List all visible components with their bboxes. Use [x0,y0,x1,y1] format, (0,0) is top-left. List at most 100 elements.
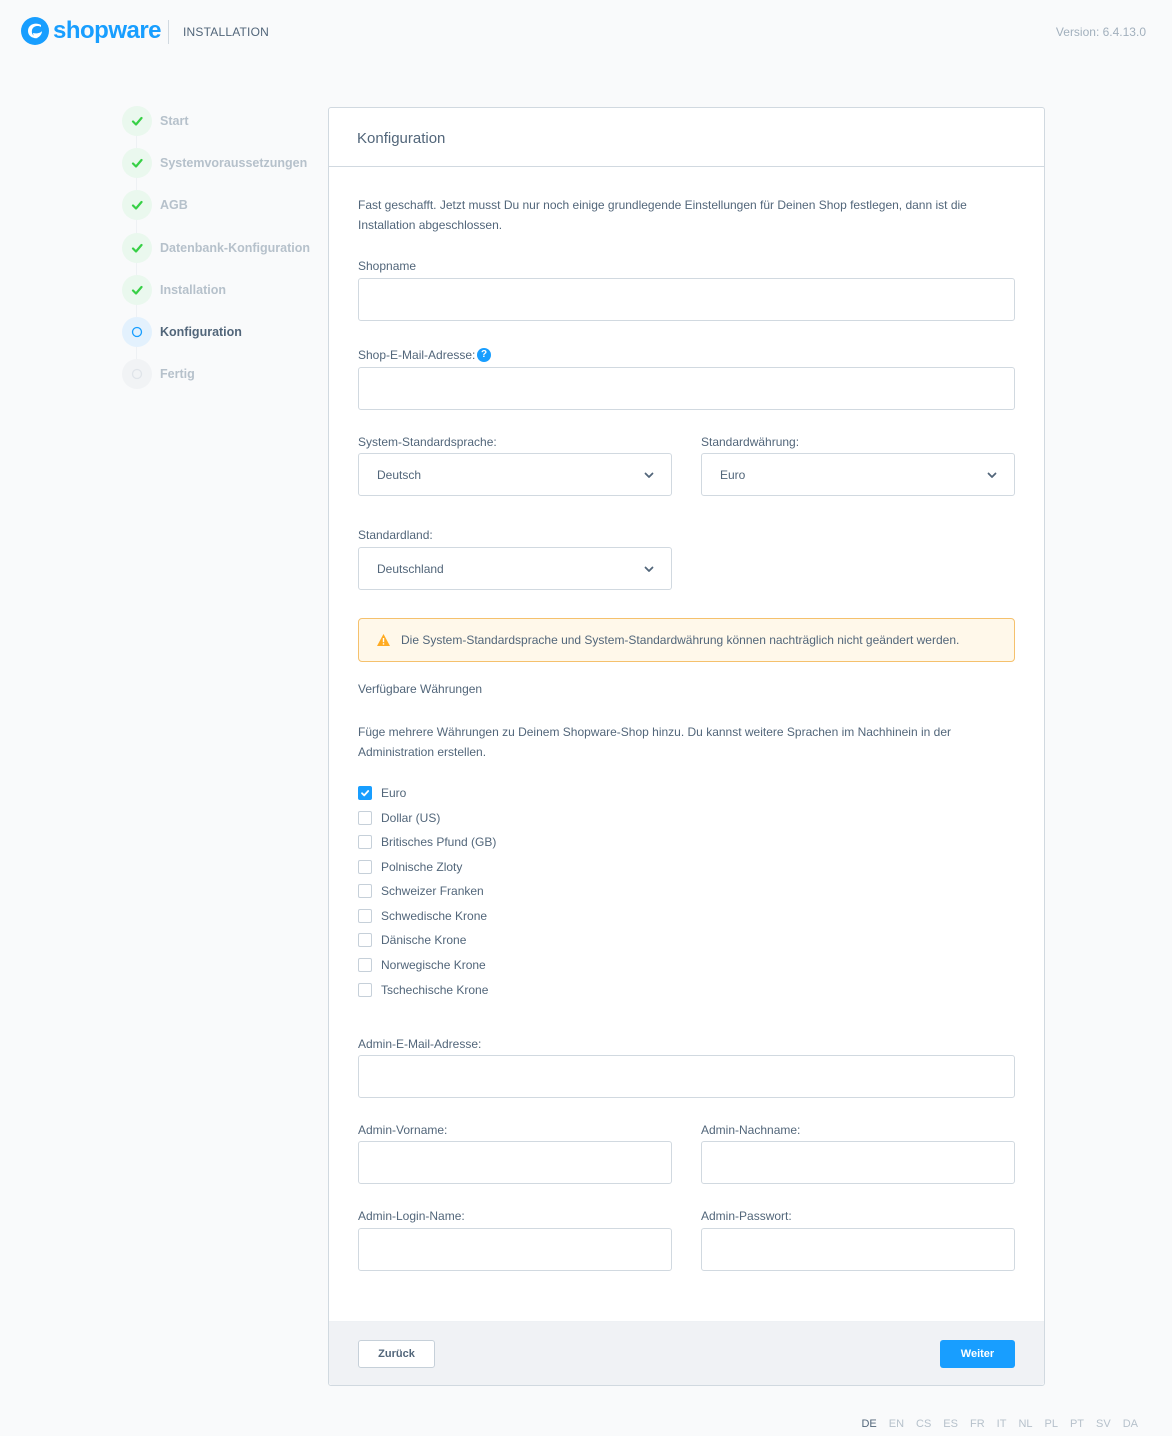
shopware-logo-icon [21,17,49,45]
language-da[interactable]: DA [1123,1418,1138,1430]
language-select-value: Deutsch [377,467,422,482]
admin-lastname-input[interactable] [701,1141,1015,1184]
language-label: System-Standardsprache: [358,435,497,449]
checkbox[interactable] [358,958,372,972]
header-divider [168,20,169,44]
currencies-description: Füge mehrere Währungen zu Deinem Shopwar… [358,725,951,759]
chevron-down-icon [644,472,654,478]
checkbox[interactable] [358,860,372,874]
currency-checkbox-gbp[interactable]: Britisches Pfund (GB) [358,833,496,851]
language-select[interactable]: Deutsch [358,453,672,496]
step-systemvoraussetzungen: Systemvoraussetzungen [122,148,307,178]
currency-select[interactable]: Euro [701,453,1015,496]
checkbox[interactable] [358,884,372,898]
language-nl[interactable]: NL [1018,1418,1032,1430]
language-pl[interactable]: PL [1045,1418,1058,1430]
currency-checkbox-sek[interactable]: Schwedische Krone [358,907,487,925]
card-footer: Zurück Weiter [329,1321,1044,1385]
currencies-title: Verfügbare Währungen [358,682,483,696]
currency-checkbox-dkk[interactable]: Dänische Krone [358,931,466,949]
language-pt[interactable]: PT [1070,1418,1084,1430]
checkbox-label: Dollar (US) [381,811,441,825]
checkbox[interactable] [358,983,372,997]
currency-checkbox-euro[interactable]: Euro [358,784,406,802]
admin-password-label: Admin-Passwort: [701,1209,792,1223]
checkbox-label: Schwedische Krone [381,909,488,923]
currency-checkbox-pln[interactable]: Polnische Zloty [358,858,462,876]
language-en[interactable]: EN [889,1418,904,1430]
chevron-down-icon [644,566,654,572]
brand-name: shopware [53,17,162,44]
checkbox[interactable] [358,909,372,923]
step-label: AGB [160,198,188,212]
currency-checkbox-czk[interactable]: Tschechische Krone [358,981,488,999]
circle-icon [122,359,152,389]
admin-lastname-label: Admin-Nachname: [701,1123,801,1137]
language-fr[interactable]: FR [970,1418,985,1430]
currency-label: Standardwährung: [701,435,800,449]
alert-text: Die System-Standardsprache und System-St… [401,633,960,647]
checkbox-label: Norwegische Krone [381,958,486,972]
language-cs[interactable]: CS [916,1418,931,1430]
checkbox-label: Schweizer Franken [381,884,484,898]
language-sv[interactable]: SV [1096,1418,1111,1430]
header: shopware INSTALLATION Version: 6.4.13.0 [0,0,1172,62]
chevron-down-icon [987,472,997,478]
checkbox[interactable] [358,933,372,947]
checkbox[interactable] [358,835,372,849]
card-header: Konfiguration [329,108,1044,167]
country-label: Standardland: [358,528,433,542]
checkbox-label: Dänische Krone [381,933,467,947]
card-title: Konfiguration [357,130,446,147]
step-label: Konfiguration [160,325,242,339]
language-es[interactable]: ES [943,1418,958,1430]
language-de[interactable]: DE [861,1418,876,1430]
configuration-card: Konfiguration Fast geschafft. Jetzt muss… [328,107,1045,1386]
step-fertig: Fertig [122,359,195,389]
back-button[interactable]: Zurück [358,1340,435,1368]
admin-firstname-label: Admin-Vorname: [358,1123,448,1137]
checkbox-label: Tschechische Krone [381,983,489,997]
country-select[interactable]: Deutschland [358,547,672,590]
check-icon [122,275,152,305]
next-button[interactable]: Weiter [940,1340,1015,1368]
checkbox[interactable] [358,811,372,825]
language-switcher: DE EN CS ES FR IT NL PL PT SV DA [849,1418,1138,1430]
step-start: Start [122,106,188,136]
currency-checkbox-usd[interactable]: Dollar (US) [358,809,440,827]
admin-login-input[interactable] [358,1228,672,1271]
shopware-logo[interactable]: shopware [20,16,162,46]
version-label: Version: 6.4.13.0 [1055,25,1146,39]
admin-password-input[interactable] [701,1228,1015,1271]
step-konfiguration: Konfiguration [122,317,242,347]
checkbox-label: Euro [381,786,407,800]
question-icon[interactable]: ? [477,348,491,362]
check-icon [122,233,152,263]
step-label: Systemvoraussetzungen [160,156,308,170]
language-it[interactable]: IT [997,1418,1007,1430]
step-installation: Installation [122,275,226,305]
admin-firstname-input[interactable] [358,1141,672,1184]
shop-email-input[interactable] [358,367,1015,410]
currency-checkbox-nok[interactable]: Norwegische Krone [358,956,486,974]
admin-login-label: Admin-Login-Name: [358,1209,465,1223]
intro-text: Fast geschafft. Jetzt musst Du nur noch … [358,198,967,232]
step-label: Start [160,114,189,128]
shopname-input[interactable] [358,278,1015,321]
step-label: Fertig [160,367,195,381]
checkbox-label: Britisches Pfund (GB) [381,835,497,849]
step-label: Datenbank-Konfiguration [160,241,310,255]
currency-select-value: Euro [720,467,746,482]
admin-email-input[interactable] [358,1055,1015,1098]
check-icon [122,106,152,136]
checkbox[interactable] [358,786,372,800]
warning-alert: Die System-Standardsprache und System-St… [358,618,1015,662]
step-agb: AGB [122,190,188,220]
currency-checkbox-chf[interactable]: Schweizer Franken [358,882,484,900]
admin-email-label: Admin-E-Mail-Adresse: [358,1037,482,1051]
warning-icon [377,634,390,646]
step-label: Installation [160,283,226,297]
check-icon [122,148,152,178]
circle-icon [122,317,152,347]
shop-email-label: Shop-E-Mail-Adresse: [358,348,476,362]
